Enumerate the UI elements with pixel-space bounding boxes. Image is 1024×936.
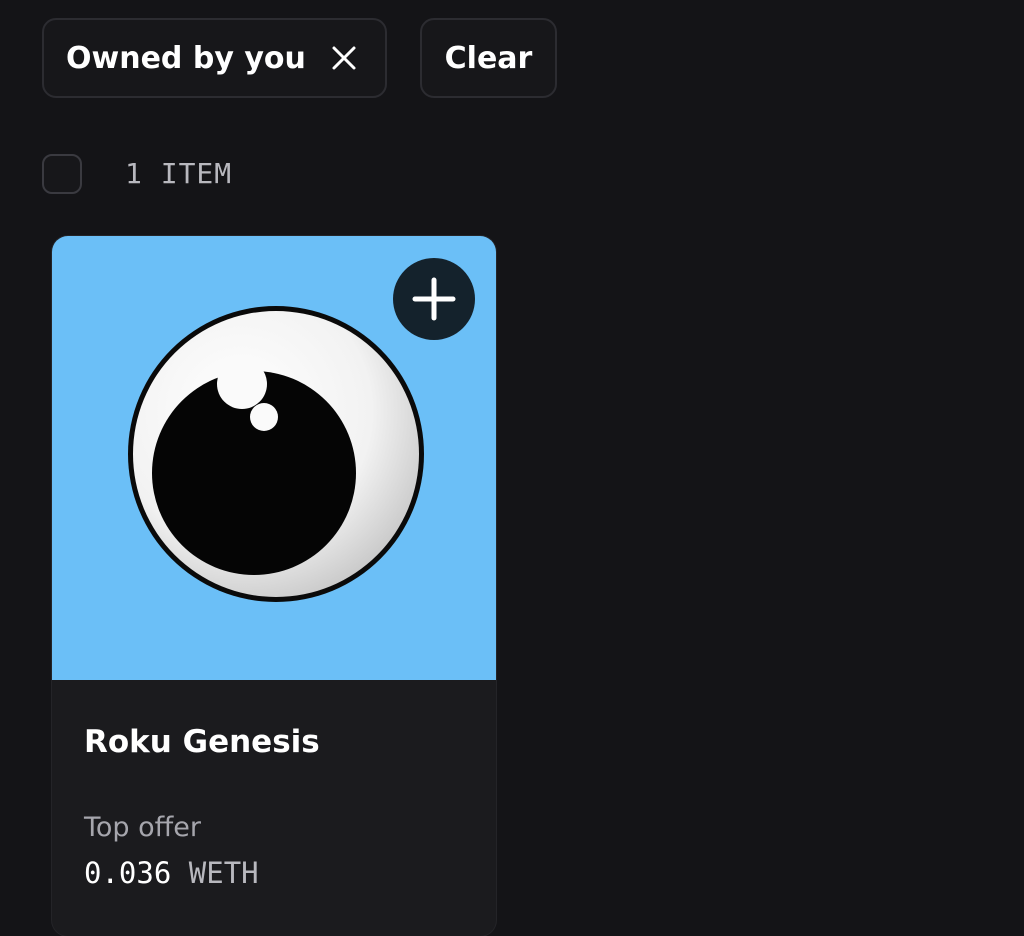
- item-count: 1 ITEM: [125, 157, 233, 190]
- filter-chip-label: Owned by you: [66, 40, 306, 76]
- select-all-checkbox[interactable]: [42, 154, 82, 194]
- close-icon[interactable]: [331, 45, 357, 71]
- offer-currency: WETH: [188, 856, 259, 890]
- nft-title: Roku Genesis: [84, 724, 320, 760]
- nft-image: [52, 236, 496, 680]
- add-to-cart-button[interactable]: [393, 258, 475, 340]
- top-offer-label: Top offer: [84, 812, 201, 843]
- clear-button-label: Clear: [444, 40, 533, 76]
- top-offer-value: 0.036 WETH: [84, 856, 259, 890]
- offer-amount: 0.036: [84, 856, 172, 890]
- nft-card[interactable]: Roku Genesis Top offer 0.036 WETH: [52, 236, 496, 936]
- plus-icon: [411, 276, 457, 322]
- owned-by-you-filter-chip[interactable]: Owned by you: [42, 18, 387, 98]
- clear-filters-button[interactable]: Clear: [420, 18, 557, 98]
- eyeball-icon: [128, 306, 424, 602]
